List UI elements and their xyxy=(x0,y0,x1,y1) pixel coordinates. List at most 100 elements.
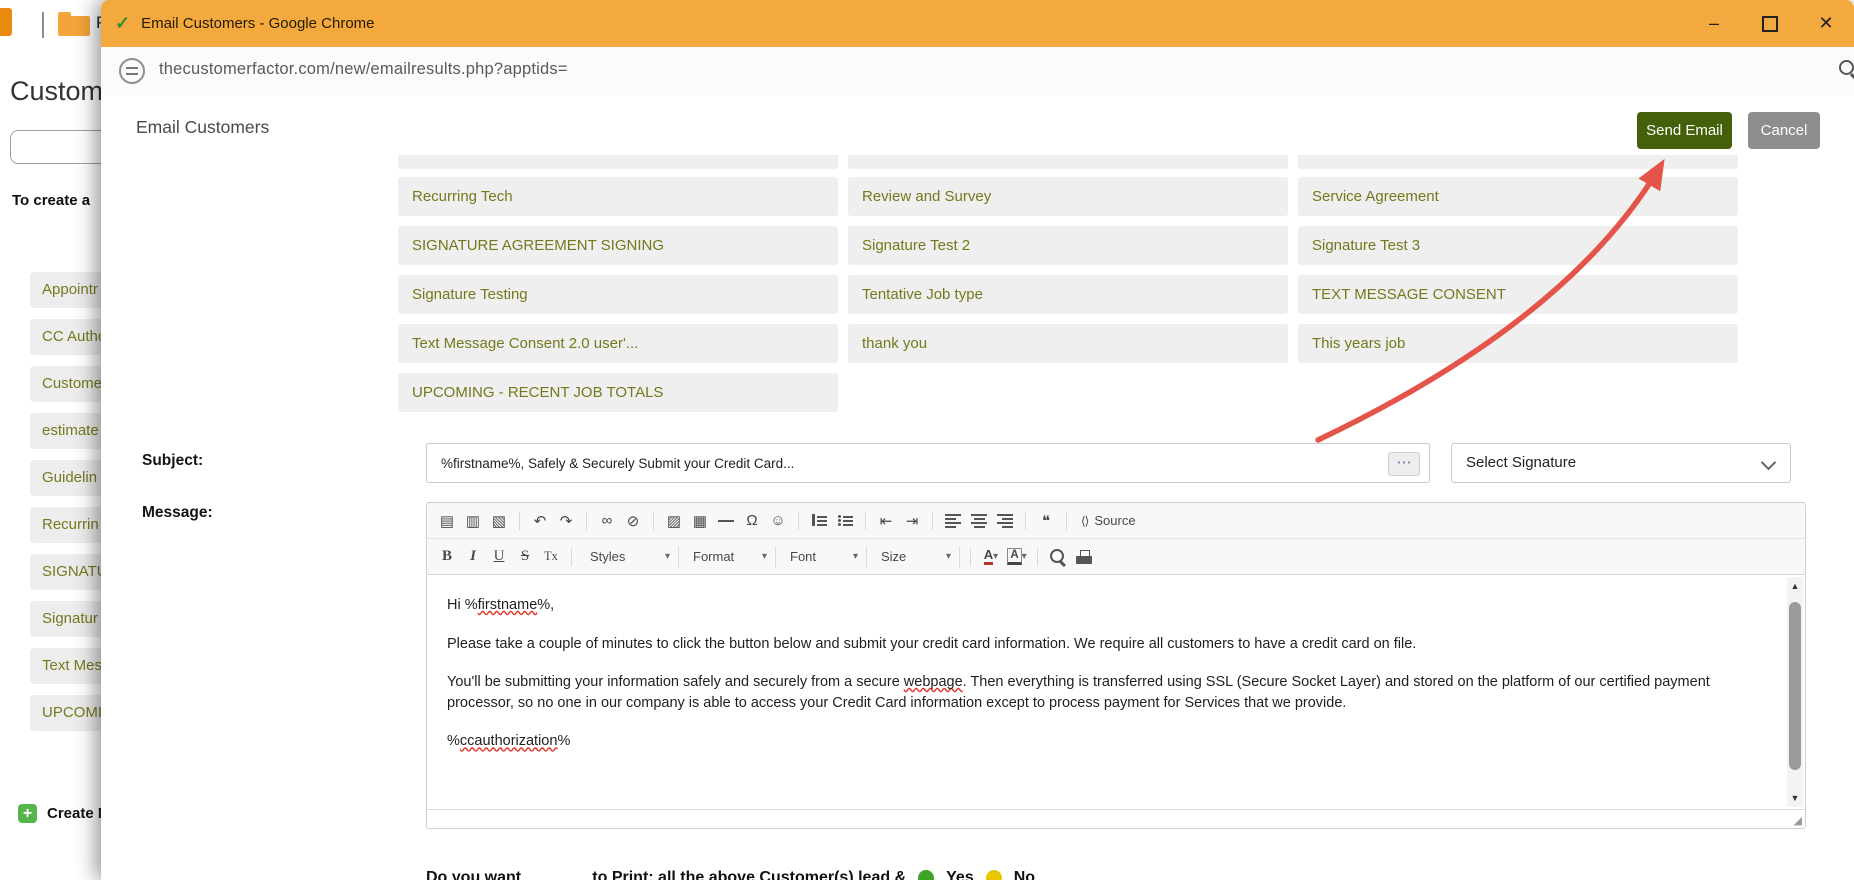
align-right-icon[interactable] xyxy=(993,509,1017,533)
create-new-label: Create N xyxy=(47,805,109,822)
increase-indent-icon[interactable]: ⇥ xyxy=(900,509,924,533)
toolbar-separator xyxy=(653,511,654,530)
strikethrough-icon[interactable]: S xyxy=(513,545,537,569)
send-email-button[interactable]: Send Email xyxy=(1637,112,1732,149)
source-button[interactable]: ⟨⟩ Source xyxy=(1075,513,1142,528)
subject-input[interactable] xyxy=(426,443,1430,483)
editor-text: % xyxy=(557,733,571,750)
chevron-down-icon xyxy=(1760,454,1777,471)
bulleted-list-icon[interactable] xyxy=(833,509,857,533)
unlink-icon[interactable]: ⊘ xyxy=(621,509,645,533)
site-settings-icon[interactable] xyxy=(119,58,145,84)
template-button[interactable]: TEXT MESSAGE CONSENT xyxy=(1298,275,1738,314)
resize-handle-icon[interactable]: ◢ xyxy=(1794,816,1802,827)
editor-text: % xyxy=(447,733,460,750)
undo-icon[interactable]: ↶ xyxy=(528,509,552,533)
preview-icon[interactable] xyxy=(1046,545,1070,569)
subject-more-button[interactable]: ⋯ xyxy=(1388,452,1420,476)
format-dropdown[interactable]: Format ▾ xyxy=(685,545,776,568)
subject-label: Subject: xyxy=(142,452,204,469)
editor-scrollbar[interactable]: ▲ ▼ xyxy=(1787,577,1803,807)
folder-icon[interactable] xyxy=(58,12,90,36)
scrollbar-thumb[interactable] xyxy=(1789,602,1801,770)
url-text[interactable]: thecustomerfactor.com/new/emailresults.p… xyxy=(159,60,568,79)
chevron-down-icon: ▾ xyxy=(993,551,999,562)
editor-content[interactable]: Hi %firstname%, Please take a couple of … xyxy=(427,575,1805,752)
italic-icon[interactable]: I xyxy=(461,545,485,569)
remove-format-icon[interactable]: Tx xyxy=(539,545,563,569)
redo-icon[interactable]: ↷ xyxy=(554,509,578,533)
template-button[interactable]: Recurring Tech xyxy=(398,177,838,216)
signature-select[interactable]: Select Signature xyxy=(1451,443,1791,483)
bold-icon[interactable]: B xyxy=(435,545,459,569)
template-button[interactable]: SIGNATURE AGREEMENT SIGNING xyxy=(398,226,838,265)
paste-from-word-icon[interactable]: ▧ xyxy=(487,509,511,533)
editor-text: %, xyxy=(537,597,555,613)
template-button[interactable]: UPCOMING - RECENT JOB TOTALS xyxy=(398,373,838,412)
signature-select-value: Select Signature xyxy=(1466,454,1577,471)
scroll-up-arrow-icon[interactable]: ▲ xyxy=(1787,577,1803,595)
background-color-icon: A xyxy=(1007,547,1022,566)
editor-text: You'll be submitting your information sa… xyxy=(447,674,904,691)
editor-toolbar-row1: ▤ ▥ ▧ ↶ ↷ ∞ ⊘ ▨ ▦ Ω ☺ ⇤ ⇥ ❝ ⟨⟩ Source xyxy=(427,503,1805,539)
yes-label: Yes xyxy=(946,869,974,880)
no-radio-icon[interactable] xyxy=(985,870,1002,880)
styles-dropdown[interactable]: Styles ▾ xyxy=(582,545,679,568)
maximize-button[interactable] xyxy=(1742,0,1798,47)
print-icon[interactable] xyxy=(1072,545,1096,569)
create-new-button[interactable]: + Create N xyxy=(18,804,109,823)
intro-text: To create a xyxy=(12,192,91,209)
template-button[interactable]: Text Message Consent 2.0 user'... xyxy=(398,324,838,363)
horizontal-rule-icon[interactable] xyxy=(714,509,738,533)
template-button[interactable]: Signature Test 3 xyxy=(1298,226,1738,265)
size-dropdown-label: Size xyxy=(881,549,907,564)
minimize-button[interactable]: – xyxy=(1686,0,1742,47)
text-color-button[interactable]: A ▾ xyxy=(979,545,1003,569)
address-bar[interactable]: thecustomerfactor.com/new/emailresults.p… xyxy=(101,47,1854,96)
template-button[interactable]: thank you xyxy=(848,324,1288,363)
align-left-icon[interactable] xyxy=(941,509,965,533)
chevron-down-icon: ▾ xyxy=(1021,551,1027,562)
font-dropdown[interactable]: Font ▾ xyxy=(782,545,867,568)
template-button[interactable]: Review and Survey xyxy=(848,177,1288,216)
insert-table-icon[interactable]: ▦ xyxy=(688,509,712,533)
underline-icon[interactable]: U xyxy=(487,545,511,569)
cancel-button[interactable]: Cancel xyxy=(1748,112,1820,149)
toolbar-separator xyxy=(865,511,866,530)
toolbar-separator xyxy=(970,547,971,566)
template-button[interactable]: Tentative Job type xyxy=(848,275,1288,314)
scroll-down-arrow-icon[interactable]: ▼ xyxy=(1787,789,1803,807)
spellcheck-word: ccauthorization xyxy=(459,733,558,750)
dialog-content: Email Customers Send Email Cancel Recurr… xyxy=(101,95,1854,880)
plus-icon: + xyxy=(18,804,37,823)
template-button[interactable]: This years job xyxy=(1298,324,1738,363)
align-center-icon[interactable] xyxy=(967,509,991,533)
editor-text: Hi % xyxy=(447,597,478,613)
special-character-icon[interactable]: Ω xyxy=(740,509,764,533)
chevron-down-icon: ▾ xyxy=(945,551,951,562)
source-label: Source xyxy=(1094,513,1136,528)
decrease-indent-icon[interactable]: ⇤ xyxy=(874,509,898,533)
link-icon[interactable]: ∞ xyxy=(595,509,619,533)
text-color-icon: A xyxy=(983,548,994,565)
page-title: Custom xyxy=(10,76,104,106)
yes-radio-icon[interactable] xyxy=(918,870,935,880)
zoom-icon[interactable] xyxy=(1839,60,1854,82)
size-dropdown[interactable]: Size ▾ xyxy=(873,545,960,568)
close-button[interactable]: ✕ xyxy=(1798,0,1854,47)
template-button[interactable]: Signature Test 2 xyxy=(848,226,1288,265)
template-button[interactable]: Signature Testing xyxy=(398,275,838,314)
format-dropdown-label: Format xyxy=(693,549,735,564)
background-color-button[interactable]: A ▾ xyxy=(1005,545,1029,569)
paste-icon[interactable]: ▤ xyxy=(435,509,459,533)
paste-plain-text-icon[interactable]: ▥ xyxy=(461,509,485,533)
numbered-list-icon[interactable] xyxy=(807,509,831,533)
insert-image-icon[interactable]: ▨ xyxy=(662,509,686,533)
editor-paragraph: Hi %firstname%, xyxy=(447,595,1745,616)
toolbar-separator xyxy=(1037,547,1038,566)
smiley-icon[interactable]: ☺ xyxy=(766,509,790,533)
blockquote-icon[interactable]: ❝ xyxy=(1034,509,1058,533)
window-titlebar[interactable]: ✓ Email Customers - Google Chrome – ✕ xyxy=(101,0,1854,47)
template-button[interactable]: Service Agreement xyxy=(1298,177,1738,216)
template-button-partial xyxy=(398,155,838,169)
